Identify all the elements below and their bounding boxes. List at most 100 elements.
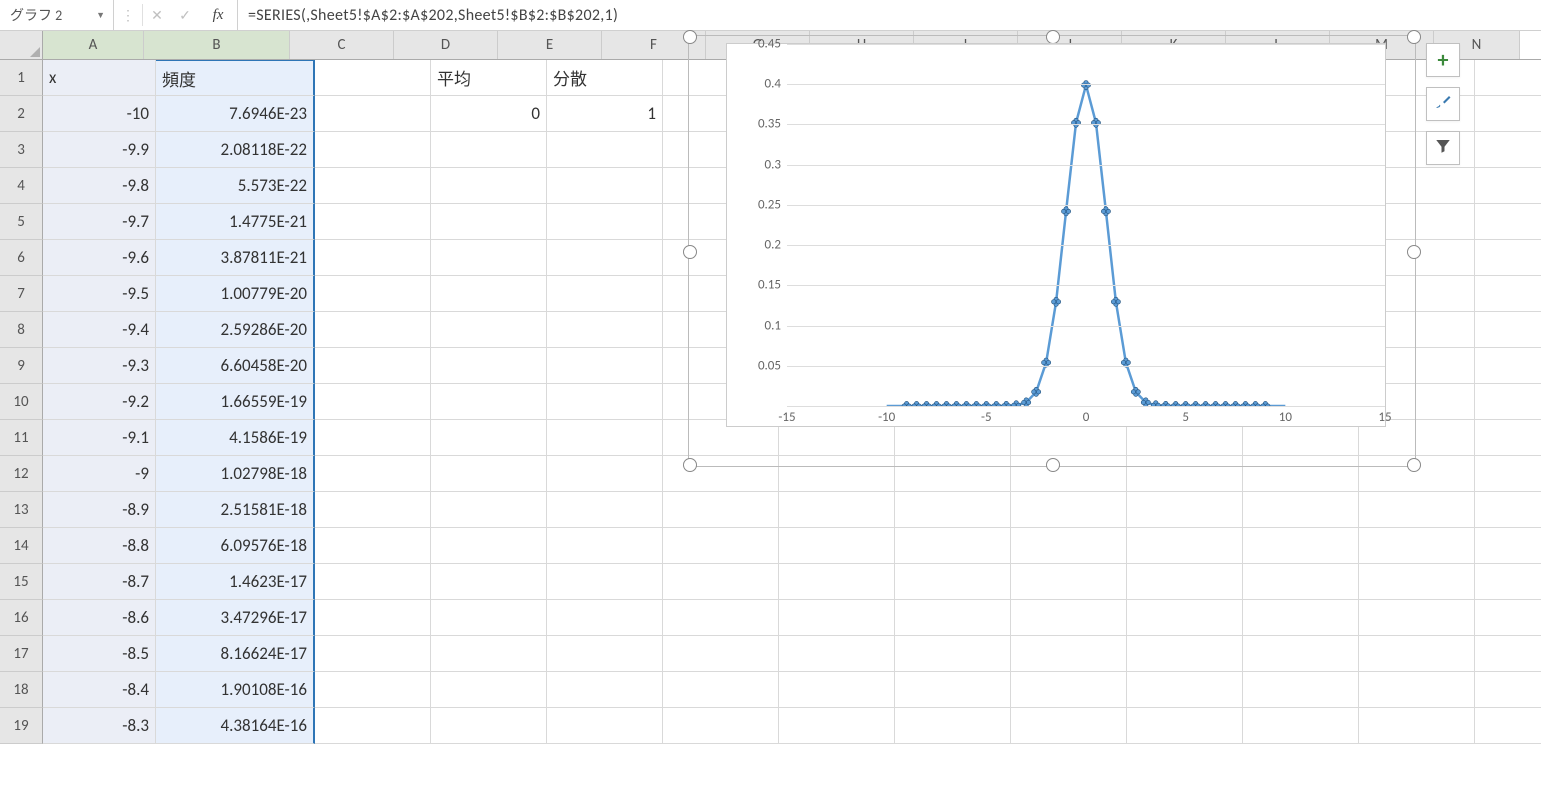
cell-C18[interactable] (315, 672, 431, 708)
cell-J17[interactable] (1127, 636, 1243, 672)
select-all-corner[interactable] (0, 31, 43, 59)
cell-B14[interactable]: 6.09576E-18 (156, 528, 315, 564)
cell-M7[interactable] (1475, 276, 1541, 312)
row-header-2[interactable]: 2 (0, 96, 43, 132)
cell-H19[interactable] (895, 708, 1011, 744)
column-header-D[interactable]: D (394, 31, 498, 59)
cell-L18[interactable] (1359, 672, 1475, 708)
cell-I15[interactable] (1011, 564, 1127, 600)
cell-G19[interactable] (779, 708, 895, 744)
formula-input[interactable]: =SERIES(,Sheet5!$A$2:$A$202,Sheet5!$B$2:… (238, 0, 1541, 30)
cell-K15[interactable] (1243, 564, 1359, 600)
row-header-10[interactable]: 10 (0, 384, 43, 420)
cell-A2[interactable]: -10 (43, 96, 156, 132)
cell-D12[interactable] (431, 456, 547, 492)
cell-E6[interactable] (547, 240, 663, 276)
cell-C17[interactable] (315, 636, 431, 672)
cell-I17[interactable] (1011, 636, 1127, 672)
cell-C7[interactable] (315, 276, 431, 312)
cell-B3[interactable]: 2.08118E-22 (156, 132, 315, 168)
cell-F13[interactable] (663, 492, 779, 528)
name-box[interactable]: グラフ 2 ▼ (0, 5, 113, 25)
cell-D17[interactable] (431, 636, 547, 672)
cell-M18[interactable] (1475, 672, 1541, 708)
row-header-8[interactable]: 8 (0, 312, 43, 348)
cell-B4[interactable]: 5.573E-22 (156, 168, 315, 204)
cell-D15[interactable] (431, 564, 547, 600)
cell-M9[interactable] (1475, 348, 1541, 384)
resize-handle-bm[interactable] (1046, 458, 1060, 472)
cell-D6[interactable] (431, 240, 547, 276)
resize-handle-ml[interactable] (683, 245, 697, 259)
cell-C9[interactable] (315, 348, 431, 384)
cell-A15[interactable]: -8.7 (43, 564, 156, 600)
row-header-3[interactable]: 3 (0, 132, 43, 168)
cell-D3[interactable] (431, 132, 547, 168)
cell-F19[interactable] (663, 708, 779, 744)
row-header-14[interactable]: 14 (0, 528, 43, 564)
cell-H18[interactable] (895, 672, 1011, 708)
cell-G16[interactable] (779, 600, 895, 636)
cell-A9[interactable]: -9.3 (43, 348, 156, 384)
cell-A14[interactable]: -8.8 (43, 528, 156, 564)
cell-K19[interactable] (1243, 708, 1359, 744)
cell-G18[interactable] (779, 672, 895, 708)
cell-M6[interactable] (1475, 240, 1541, 276)
cell-B10[interactable]: 1.66559E-19 (156, 384, 315, 420)
resize-handle-tr[interactable] (1407, 30, 1421, 44)
cell-L19[interactable] (1359, 708, 1475, 744)
cell-D1[interactable]: 平均 (431, 60, 547, 96)
column-header-A[interactable]: A (43, 31, 144, 59)
cell-K13[interactable] (1243, 492, 1359, 528)
cell-B1[interactable]: 頻度 (156, 60, 315, 96)
cell-D5[interactable] (431, 204, 547, 240)
cell-M10[interactable] (1475, 384, 1541, 420)
cell-D11[interactable] (431, 420, 547, 456)
cell-L17[interactable] (1359, 636, 1475, 672)
cell-C10[interactable] (315, 384, 431, 420)
cell-G13[interactable] (779, 492, 895, 528)
cell-E19[interactable] (547, 708, 663, 744)
cell-A5[interactable]: -9.7 (43, 204, 156, 240)
cell-C12[interactable] (315, 456, 431, 492)
cell-A7[interactable]: -9.5 (43, 276, 156, 312)
resize-handle-tl[interactable] (683, 30, 697, 44)
plot-area[interactable]: 0.050.10.150.20.250.30.350.40.45-15-10-5… (787, 44, 1385, 406)
cell-M17[interactable] (1475, 636, 1541, 672)
worksheet[interactable]: ABCDEFGHIJKLMN 1x頻度平均分散2-107.6946E-23013… (0, 31, 1541, 793)
row-header-16[interactable]: 16 (0, 600, 43, 636)
row-header-5[interactable]: 5 (0, 204, 43, 240)
cell-E17[interactable] (547, 636, 663, 672)
cell-B12[interactable]: 1.02798E-18 (156, 456, 315, 492)
cell-A13[interactable]: -8.9 (43, 492, 156, 528)
cell-C15[interactable] (315, 564, 431, 600)
cell-I18[interactable] (1011, 672, 1127, 708)
cell-E2[interactable]: 1 (547, 96, 663, 132)
cell-C2[interactable] (315, 96, 431, 132)
cell-B7[interactable]: 1.00779E-20 (156, 276, 315, 312)
cell-M1[interactable] (1475, 60, 1541, 96)
cell-J19[interactable] (1127, 708, 1243, 744)
cell-E11[interactable] (547, 420, 663, 456)
cell-E14[interactable] (547, 528, 663, 564)
cell-M15[interactable] (1475, 564, 1541, 600)
cell-D14[interactable] (431, 528, 547, 564)
cell-K16[interactable] (1243, 600, 1359, 636)
cell-A4[interactable]: -9.8 (43, 168, 156, 204)
cell-E10[interactable] (547, 384, 663, 420)
cell-J14[interactable] (1127, 528, 1243, 564)
cell-H15[interactable] (895, 564, 1011, 600)
cell-M3[interactable] (1475, 132, 1541, 168)
cell-F15[interactable] (663, 564, 779, 600)
chart-filters-button[interactable] (1426, 131, 1460, 165)
cell-A18[interactable]: -8.4 (43, 672, 156, 708)
cell-B8[interactable]: 2.59286E-20 (156, 312, 315, 348)
cell-B2[interactable]: 7.6946E-23 (156, 96, 315, 132)
cell-A10[interactable]: -9.2 (43, 384, 156, 420)
row-header-17[interactable]: 17 (0, 636, 43, 672)
row-header-1[interactable]: 1 (0, 60, 43, 96)
cell-E8[interactable] (547, 312, 663, 348)
cell-L16[interactable] (1359, 600, 1475, 636)
cell-B6[interactable]: 3.87811E-21 (156, 240, 315, 276)
cell-M2[interactable] (1475, 96, 1541, 132)
